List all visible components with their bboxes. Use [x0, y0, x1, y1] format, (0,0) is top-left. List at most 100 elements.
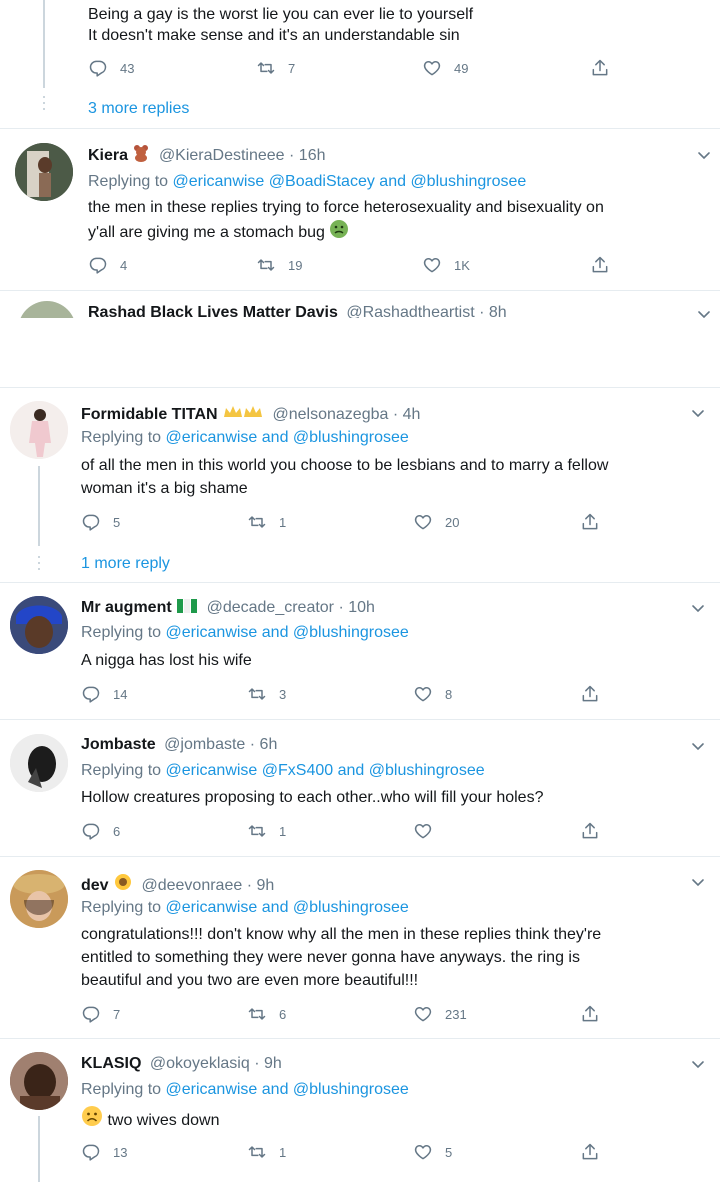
replying-to-users[interactable]: @ericanwise @FxS400 and @blushingrosee	[166, 762, 485, 779]
retweet-button[interactable]: 3	[247, 684, 286, 704]
avatar-photo-icon	[10, 596, 68, 654]
reply-icon	[88, 58, 108, 78]
retweet-button[interactable]: 6	[247, 1004, 286, 1024]
user-handle[interactable]: @decade_creator	[207, 599, 334, 616]
timestamp[interactable]: · 9h	[254, 1055, 282, 1072]
reply-count: 4	[120, 257, 128, 273]
share-button[interactable]	[590, 255, 622, 275]
user-handle[interactable]: @KieraDestineee	[159, 147, 285, 164]
avatar-photo-icon	[15, 143, 73, 201]
user-handle[interactable]: @Rashadtheartist	[346, 304, 474, 318]
avatar[interactable]	[10, 870, 68, 928]
share-icon	[580, 1142, 600, 1162]
display-name[interactable]: KLASIQ	[81, 1055, 141, 1072]
share-button[interactable]	[590, 58, 622, 78]
reply-button[interactable]: 43	[88, 58, 134, 78]
chevron-down-icon[interactable]	[690, 874, 706, 890]
share-icon	[580, 1004, 600, 1024]
like-button[interactable]: 5	[413, 1142, 452, 1162]
timestamp[interactable]: · 6h	[250, 736, 278, 753]
crown-emoji-icon	[222, 403, 264, 427]
retweet-button[interactable]: 7	[256, 58, 295, 78]
timestamp[interactable]: · 16h	[289, 147, 325, 164]
replying-to-label: Replying to	[81, 624, 162, 641]
display-name[interactable]: Mr augment	[81, 599, 172, 616]
reply-icon	[81, 821, 101, 841]
avatar[interactable]	[10, 734, 68, 792]
display-name[interactable]: Formidable TITAN	[81, 406, 218, 423]
timestamp[interactable]: · 4h	[393, 406, 421, 423]
thread-line	[38, 1116, 40, 1182]
chevron-down-icon[interactable]	[690, 1056, 706, 1072]
share-button[interactable]	[580, 512, 612, 532]
chevron-down-icon[interactable]	[696, 306, 712, 318]
tweet-text-line: of all the men in this world you choose …	[81, 457, 609, 474]
replying-to-users[interactable]: @ericanwise and @blushingrosee	[166, 1081, 409, 1098]
share-button[interactable]	[580, 684, 612, 704]
like-button[interactable]: 20	[413, 512, 459, 532]
like-button[interactable]: 8	[413, 684, 452, 704]
like-button[interactable]	[413, 821, 445, 841]
user-handle[interactable]: @okoyeklasiq	[150, 1055, 250, 1072]
reply-count: 14	[113, 686, 128, 702]
timestamp[interactable]: · 10h	[338, 599, 374, 616]
timestamp[interactable]: · 8h	[479, 304, 507, 318]
replying-to-users[interactable]: @ericanwise and @blushingrosee	[166, 429, 409, 446]
like-icon	[413, 684, 433, 704]
tweet-text-line: entitled to something they were never go…	[81, 949, 580, 966]
reply-count: 13	[113, 1144, 128, 1160]
show-more-replies-link[interactable]: 3 more replies	[88, 100, 189, 118]
avatar[interactable]	[10, 401, 68, 459]
retweet-count: 19	[288, 257, 303, 273]
like-button[interactable]: 231	[413, 1004, 467, 1024]
avatar[interactable]	[18, 301, 76, 318]
replying-to-label: Replying to	[81, 429, 162, 446]
like-button[interactable]: 1K	[422, 255, 470, 275]
user-handle[interactable]: @deevonraee	[141, 877, 242, 894]
user-handle[interactable]: @nelsonazegba	[273, 406, 389, 423]
replying-to: Replying to @ericanwise and @blushingros…	[81, 623, 409, 643]
display-name[interactable]: Rashad Black Lives Matter Davis	[88, 304, 338, 318]
retweet-icon	[247, 684, 267, 704]
share-button[interactable]	[580, 1004, 612, 1024]
reply-button[interactable]: 6	[81, 821, 120, 841]
display-name[interactable]: dev	[81, 877, 109, 894]
tweet-text-line: two wives down	[81, 1105, 220, 1135]
show-more-replies-link[interactable]: 1 more reply	[81, 555, 170, 573]
tweet-text-line: the men in these replies trying to force…	[88, 199, 604, 216]
reply-button[interactable]: 4	[88, 255, 127, 275]
avatar[interactable]	[15, 143, 73, 201]
share-button[interactable]	[580, 1142, 612, 1162]
replying-to-users[interactable]: @ericanwise @BoadiStacey and @blushingro…	[173, 173, 527, 190]
share-icon	[590, 58, 610, 78]
like-count: 49	[454, 60, 469, 76]
chevron-down-icon[interactable]	[696, 147, 712, 163]
like-button[interactable]: 49	[422, 58, 468, 78]
replying-to-users[interactable]: @ericanwise and @blushingrosee	[166, 899, 409, 916]
retweet-button[interactable]: 1	[247, 1142, 286, 1162]
reply-button[interactable]: 14	[81, 684, 127, 704]
retweet-button[interactable]: 19	[256, 255, 302, 275]
reply-button[interactable]: 13	[81, 1142, 127, 1162]
replying-to-label: Replying to	[81, 899, 162, 916]
retweet-button[interactable]: 1	[247, 821, 286, 841]
user-handle[interactable]: @jombaste	[164, 736, 245, 753]
retweet-button[interactable]: 1	[247, 512, 286, 532]
avatar[interactable]	[10, 596, 68, 654]
replying-to-users[interactable]: @ericanwise and @blushingrosee	[166, 624, 409, 641]
chevron-down-icon[interactable]	[690, 738, 706, 754]
display-name[interactable]: Kiera	[88, 147, 128, 164]
retweet-count: 1	[279, 823, 287, 839]
avatar[interactable]	[10, 1052, 68, 1110]
timestamp[interactable]: · 9h	[247, 877, 275, 894]
reply-button[interactable]: 5	[81, 512, 120, 532]
like-count: 1K	[454, 257, 470, 273]
chevron-down-icon[interactable]	[690, 405, 706, 421]
tweet-header: Formidable TITAN @nelsonazegba · 4h	[81, 403, 420, 427]
reply-icon	[81, 512, 101, 532]
display-name[interactable]: Jombaste	[81, 736, 156, 753]
share-button[interactable]	[580, 821, 612, 841]
tweet-cut-off[interactable]: Rashad Black Lives Matter Davis @Rashadt…	[0, 291, 720, 318]
chevron-down-icon[interactable]	[690, 600, 706, 616]
reply-button[interactable]: 7	[81, 1004, 120, 1024]
